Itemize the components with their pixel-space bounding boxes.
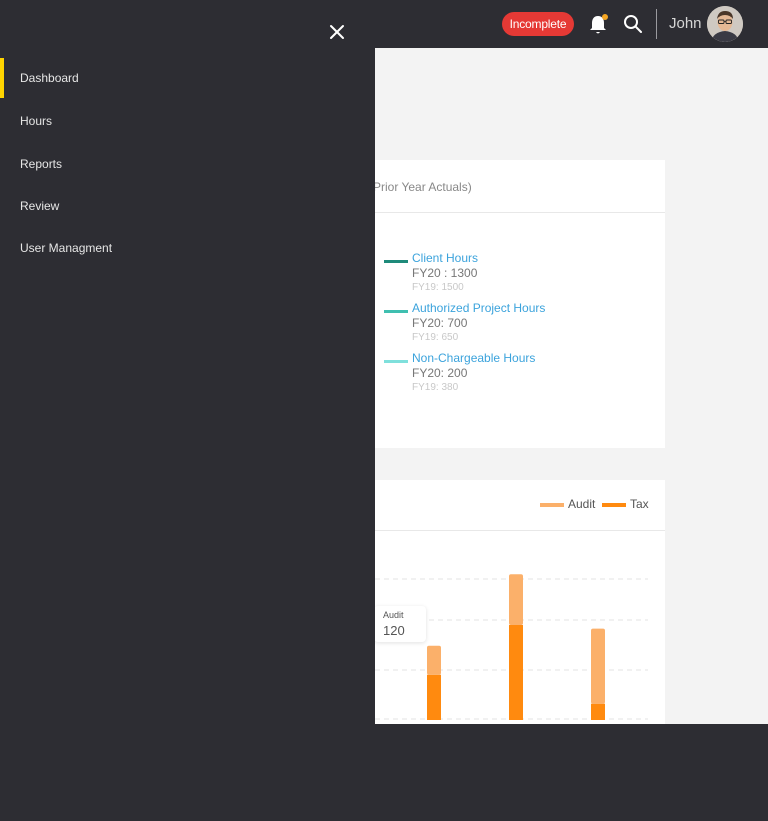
legend-prior: FY19: 650: [412, 332, 459, 343]
bar-tax[interactable]: [427, 674, 441, 720]
legend-name: Non-Chargeable Hours: [412, 351, 536, 365]
nav-item-label: User Managment: [20, 241, 113, 255]
bell-icon[interactable]: [588, 14, 608, 36]
notification-dot: [602, 14, 608, 20]
legend-swatch: [384, 260, 408, 263]
bar-tax[interactable]: [509, 624, 523, 720]
bar-tax[interactable]: [591, 703, 605, 720]
legend-prior: FY19: 1500: [412, 282, 464, 293]
search-icon[interactable]: [623, 14, 643, 34]
tooltip-value: 120: [383, 623, 405, 638]
nav-item-label: Reports: [20, 157, 63, 171]
nav-item-reports[interactable]: Reports: [0, 144, 375, 184]
chart-tooltip: Audit 120: [374, 606, 426, 642]
legend-name: Client Hours: [412, 251, 479, 265]
legend-current: FY20 : 1300: [412, 266, 478, 280]
close-icon[interactable]: [327, 22, 347, 42]
status-badge[interactable]: Incomplete: [502, 12, 574, 36]
legend-prior: FY19: 380: [412, 382, 459, 393]
nav-item-review[interactable]: Review: [0, 186, 375, 226]
legend-current: FY20: 200: [412, 366, 468, 380]
legend-swatch: [384, 310, 408, 313]
bar-audit[interactable]: [427, 645, 441, 675]
nav-item-dashboard[interactable]: Dashboard: [0, 58, 375, 98]
bar-audit[interactable]: [509, 574, 523, 625]
legend-name: Authorized Project Hours: [412, 301, 546, 315]
active-indicator: [0, 58, 4, 98]
nav-item-label: Hours: [20, 114, 53, 128]
bar-audit[interactable]: [591, 628, 605, 704]
legend-current: FY20: 700: [412, 316, 468, 330]
nav-item-hours[interactable]: Hours: [0, 101, 375, 141]
legend-audit[interactable]: Audit: [540, 497, 595, 511]
nav-item-label: Dashboard: [20, 71, 79, 85]
tooltip-label: Audit: [383, 610, 404, 620]
user-name[interactable]: John: [669, 15, 702, 32]
legend-swatch: [384, 360, 408, 363]
header-divider: [656, 9, 657, 39]
legend-swatch: [540, 502, 564, 507]
legend-label: Tax: [630, 497, 649, 511]
navigation-drawer: Dashboard Hours Reports Review User Mana…: [0, 0, 375, 821]
avatar[interactable]: [707, 6, 743, 42]
nav-item-user-managment[interactable]: User Managment: [0, 228, 375, 268]
legend-tax[interactable]: Tax: [602, 497, 649, 511]
legend-swatch: [602, 502, 626, 507]
nav-item-label: Review: [20, 199, 60, 213]
legend-label: Audit: [568, 497, 596, 511]
card-title: Prior Year Actuals): [373, 180, 472, 194]
